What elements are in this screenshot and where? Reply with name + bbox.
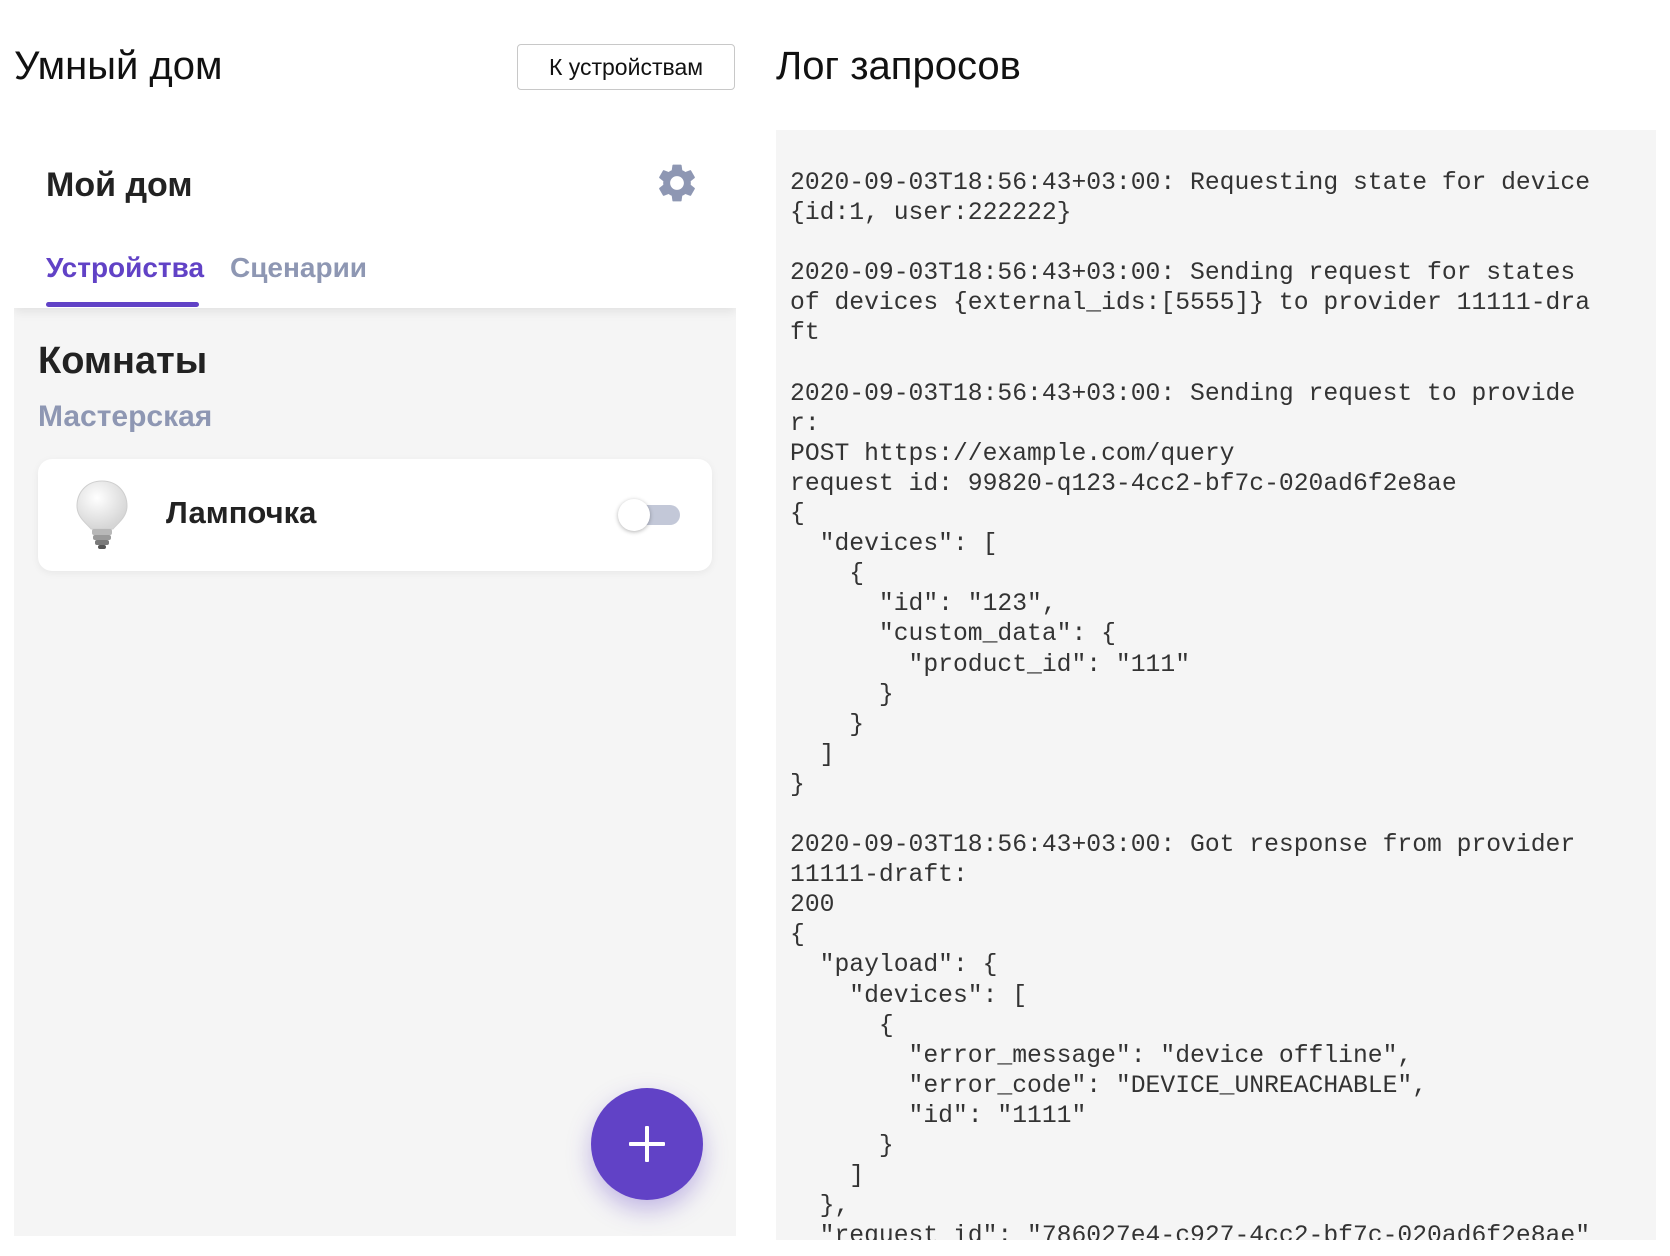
active-tab-indicator bbox=[46, 302, 199, 307]
request-log-panel[interactable]: 2020-09-03T18:56:43+03:00: Requesting st… bbox=[776, 130, 1656, 1240]
rooms-heading: Комнаты bbox=[38, 340, 208, 382]
plus-icon bbox=[629, 1126, 665, 1162]
log-title: Лог запросов bbox=[776, 44, 1021, 88]
toggle-knob bbox=[618, 499, 650, 531]
to-devices-button[interactable]: К устройствам bbox=[517, 44, 735, 90]
app-title: Умный дом bbox=[14, 44, 223, 88]
request-log-text: 2020-09-03T18:56:43+03:00: Requesting st… bbox=[790, 169, 1591, 1240]
device-name: Лампочка bbox=[166, 495, 317, 530]
gear-icon[interactable] bbox=[654, 160, 700, 206]
home-title: Мой дом bbox=[46, 166, 193, 204]
tab-scenarios[interactable]: Сценарии bbox=[230, 252, 367, 284]
home-header: Мой дом Устройства Сценарии bbox=[14, 134, 736, 308]
device-power-toggle[interactable] bbox=[618, 499, 680, 531]
smart-home-panel: Мой дом Устройства Сценарии Комнаты Маст… bbox=[14, 134, 736, 1236]
device-card[interactable]: Лампочка bbox=[38, 459, 712, 571]
bulb-icon bbox=[76, 480, 128, 549]
room-name[interactable]: Мастерская bbox=[38, 400, 212, 434]
add-device-button[interactable] bbox=[591, 1088, 703, 1200]
tab-devices[interactable]: Устройства bbox=[46, 252, 204, 284]
